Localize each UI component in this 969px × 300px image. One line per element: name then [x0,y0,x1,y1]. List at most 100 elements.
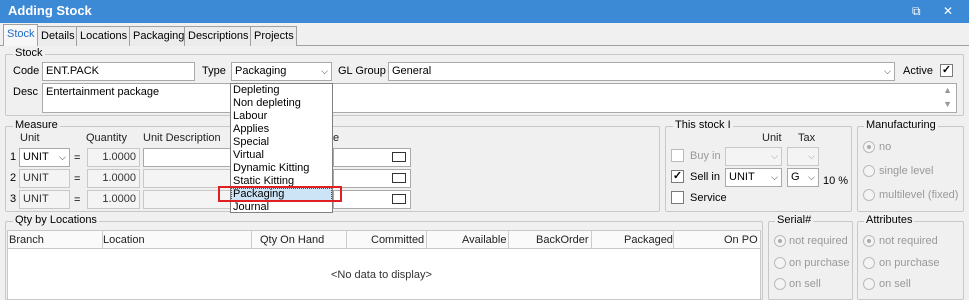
measure-unit-description-input[interactable] [143,148,231,167]
tab-stock[interactable]: Stock [3,24,38,46]
restore-icon[interactable]: ⧉ [912,4,921,19]
col-available[interactable]: Available [462,234,506,246]
serial-option-not-required: not required [789,235,848,247]
type-option-virtual[interactable]: Virtual [231,149,332,162]
manufacturing-radio-no[interactable] [863,141,875,153]
manufacturing-radio-multilevel[interactable] [863,189,875,201]
buy-in-checkbox[interactable] [671,149,684,162]
manufacturing-group-label: Manufacturing [864,119,938,131]
desc-input[interactable]: Entertainment package ▲ ▼ [42,83,957,113]
code-label: Code [13,65,40,77]
type-label: Type [202,65,226,77]
chevron-down-icon: ⌵ [808,151,815,161]
equals-sign: = [74,152,81,164]
service-label: Service [690,192,727,204]
chevron-down-icon[interactable]: ⌵ [884,66,891,77]
col-divider [508,231,509,249]
tab-descriptions[interactable]: Descriptions [184,26,251,46]
attributes-option-on-purchase: on purchase [879,257,940,269]
scroll-up-icon[interactable]: ▲ [943,85,952,95]
window-title: Adding Stock [8,3,92,18]
col-backorder[interactable]: BackOrder [536,234,589,246]
type-select[interactable]: Packaging ⌵ [231,62,332,81]
barcode-icon[interactable] [392,194,406,204]
attributes-option-on-sell: on sell [879,278,911,290]
empty-grid-message: <No data to display> [331,269,432,281]
sell-in-unit-select[interactable]: UNIT ⌵ [725,168,782,187]
measure-barcode-input[interactable] [333,169,411,188]
attributes-group-label: Attributes [864,214,915,226]
gl-group-label: GL Group [338,65,386,77]
measure-barcode-input[interactable] [333,190,411,209]
chevron-down-icon[interactable]: ⌵ [59,152,66,163]
type-option-labour[interactable]: Labour [231,110,332,123]
col-location[interactable]: Location [103,234,145,246]
tab-projects[interactable]: Projects [250,26,297,46]
chevron-down-icon: ⌵ [771,151,778,161]
type-option-non-depleting[interactable]: Non depleting [231,97,332,110]
gl-group-value: General [392,65,432,77]
col-packaged[interactable]: Packaged [624,234,673,246]
attributes-radio-on-sell[interactable] [863,278,875,290]
attributes-radio-on-purchase[interactable] [863,257,875,269]
measure-quantity: 1.0000 [87,148,140,167]
measure-quantity: 1.0000 [87,190,140,209]
type-option-journal[interactable]: Journal [231,201,332,214]
code-input[interactable]: ENT.PACK [42,62,195,81]
col-qty-on-hand[interactable]: Qty On Hand [260,234,324,246]
chevron-down-icon[interactable]: ⌵ [321,66,328,77]
serial-option-on-purchase: on purchase [789,257,850,269]
chevron-down-icon[interactable]: ⌵ [771,172,778,183]
col-branch[interactable]: Branch [9,234,44,246]
sell-in-checkbox[interactable]: ✓ [671,170,684,183]
sell-in-tax-select[interactable]: G ⌵ [787,168,819,187]
chevron-down-icon[interactable]: ⌵ [808,172,815,183]
attributes-radio-not-required[interactable] [863,235,875,247]
serial-radio-not-required[interactable] [774,235,786,247]
active-checkbox[interactable]: ✓ [940,64,953,77]
type-option-special[interactable]: Special [231,136,332,149]
title-bar: Adding Stock ⧉ ✕ [0,0,969,23]
desc-value: Entertainment package [46,86,160,98]
measure-unit-select[interactable]: UNIT ⌵ [19,148,70,167]
col-on-po[interactable]: On PO [724,234,758,246]
col-divider [673,231,674,249]
measure-row-number: 3 [10,193,17,205]
barcode-icon[interactable] [392,152,406,162]
tab-packaging[interactable]: Packaging [129,26,185,46]
buy-in-tax-select: ⌵ [787,147,819,166]
serial-radio-on-purchase[interactable] [774,257,786,269]
manufacturing-radio-single[interactable] [863,165,875,177]
measure-col-barcode: e [333,132,340,144]
type-option-depleting[interactable]: Depleting [231,84,332,97]
serial-radio-on-sell[interactable] [774,278,786,290]
measure-row-number: 2 [10,172,17,184]
col-divider [346,231,347,249]
measure-col-unit-description: Unit Description [143,132,221,144]
attributes-option-not-required: not required [879,235,938,247]
type-option-dynamic-kitting[interactable]: Dynamic Kitting [231,162,332,175]
sell-in-tax-rate: 10 % [823,175,849,187]
close-icon[interactable]: ✕ [943,4,953,18]
measure-unit-select: UNIT [19,169,70,188]
gl-group-select[interactable]: General ⌵ [388,62,895,81]
col-committed[interactable]: Committed [371,234,424,246]
barcode-icon[interactable] [392,173,406,183]
sell-in-tax-value: G [791,171,800,183]
desc-label: Desc [13,86,39,98]
measure-quantity: 1.0000 [87,169,140,188]
type-option-applies[interactable]: Applies [231,123,332,136]
serial-option-on-sell: on sell [789,278,821,290]
active-label: Active [903,65,933,77]
col-divider [591,231,592,249]
equals-sign: = [74,194,81,206]
qty-by-locations-grid[interactable]: Branch Location Qty On Hand Committed Av… [7,230,761,300]
tab-locations[interactable]: Locations [76,26,130,46]
col-divider [426,231,427,249]
sell-in-label: Sell in [690,171,720,183]
manufacturing-option-single: single level [879,165,934,177]
measure-barcode-input[interactable] [333,148,411,167]
tab-details[interactable]: Details [37,26,77,46]
scroll-down-icon[interactable]: ▼ [943,99,952,109]
service-checkbox[interactable] [671,191,684,204]
